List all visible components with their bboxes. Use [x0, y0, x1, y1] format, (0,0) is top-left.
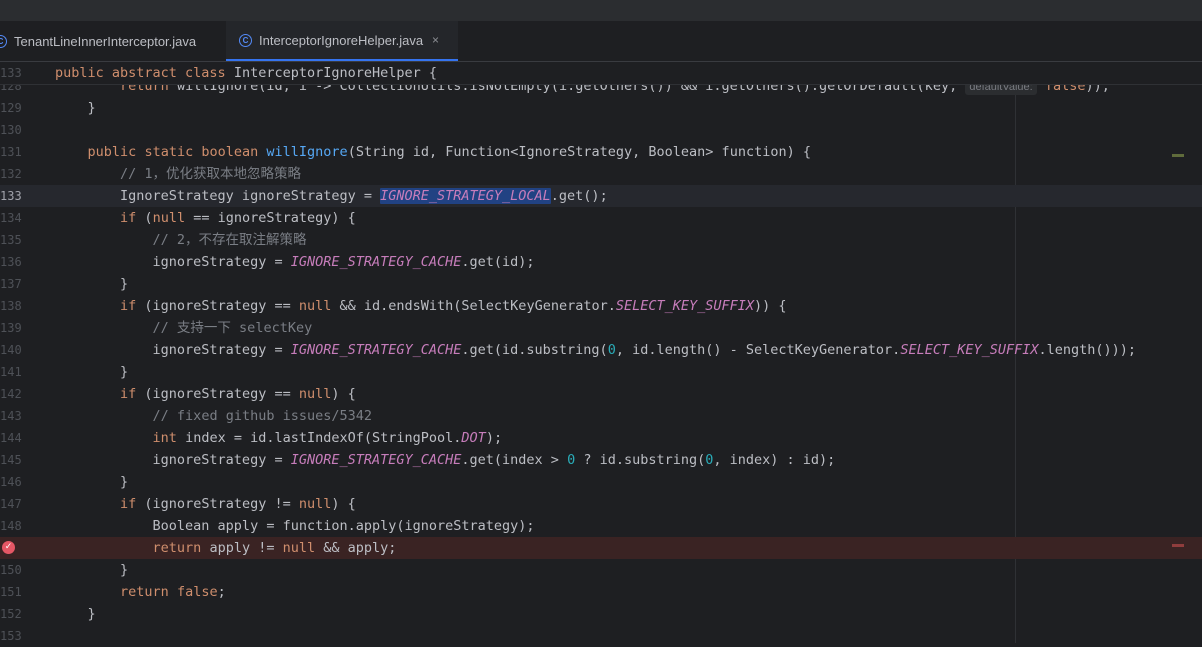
code-text: // fixed github issues/5342 [152, 408, 372, 424]
code-text: } [55, 276, 129, 292]
class-icon: C [0, 34, 7, 48]
line-number[interactable]: 139 [0, 317, 22, 339]
sticky-header-text: public abstract class InterceptorIgnoreH… [55, 65, 438, 81]
line-number[interactable]: 135 [0, 229, 22, 251]
tab-tenant-line-inner-interceptor[interactable]: C TenantLineInnerInterceptor.java [0, 21, 214, 61]
code-line[interactable]: 145 ignoreStrategy = IGNORE_STRATEGY_CAC… [0, 449, 1202, 471]
line-number[interactable]: 145 [0, 449, 22, 471]
code-text: // 支持一下 selectKey [152, 320, 313, 336]
code-text: return false; [120, 584, 226, 600]
line-number[interactable]: 133 [0, 185, 22, 207]
code-line[interactable]: 138 if (ignoreStrategy == null && id.end… [0, 295, 1202, 317]
code-editor[interactable]: 128 return willIgnore(id, i -> Collectio… [0, 62, 1202, 643]
code-line[interactable]: 144 int index = id.lastIndexOf(StringPoo… [0, 427, 1202, 449]
code-text: } [55, 364, 129, 380]
line-number[interactable]: 147 [0, 493, 22, 515]
line-number[interactable]: 137 [0, 273, 22, 295]
code-line[interactable]: 130 [0, 119, 1202, 141]
close-icon[interactable]: × [432, 33, 439, 47]
code-line[interactable]: 143 // fixed github issues/5342 [0, 405, 1202, 427]
code-line[interactable]: 141 } [0, 361, 1202, 383]
code-line[interactable]: 139 // 支持一下 selectKey [0, 317, 1202, 339]
code-line[interactable]: ✓ return apply != null && apply; [0, 537, 1202, 559]
line-number[interactable]: 144 [0, 427, 22, 449]
code-line[interactable]: 148 Boolean apply = function.apply(ignor… [0, 515, 1202, 537]
code-line[interactable]: 152 } [0, 603, 1202, 625]
line-number[interactable]: 131 [0, 141, 22, 163]
code-text: ignoreStrategy = IGNORE_STRATEGY_CACHE.g… [55, 254, 535, 270]
line-number[interactable]: 141 [0, 361, 22, 383]
code-line[interactable]: 150 } [0, 559, 1202, 581]
code-line[interactable]: 133 IgnoreStrategy ignoreStrategy = IGNO… [0, 185, 1202, 207]
line-number[interactable]: 134 [0, 207, 22, 229]
code-text: ignoreStrategy = IGNORE_STRATEGY_CACHE.g… [55, 342, 1137, 358]
title-bar [0, 0, 1202, 21]
line-number[interactable]: 136 [0, 251, 22, 273]
line-number[interactable]: 148 [0, 515, 22, 537]
code-line[interactable]: 137 } [0, 273, 1202, 295]
line-number[interactable]: 146 [0, 471, 22, 493]
class-icon: C [239, 33, 252, 47]
line-number[interactable]: 153 [0, 625, 22, 647]
breakpoint-icon[interactable]: ✓ [2, 541, 15, 554]
code-line[interactable]: 134 if (null == ignoreStrategy) { [0, 207, 1202, 229]
line-number[interactable]: 129 [0, 97, 22, 119]
code-text: ignoreStrategy = IGNORE_STRATEGY_CACHE.g… [55, 452, 836, 468]
code-line[interactable]: 140 ignoreStrategy = IGNORE_STRATEGY_CAC… [0, 339, 1202, 361]
tab-label: TenantLineInnerInterceptor.java [14, 33, 197, 49]
code-line[interactable]: 132 // 1，优化获取本地忽略策略 [0, 163, 1202, 185]
code-line[interactable]: 147 if (ignoreStrategy != null) { [0, 493, 1202, 515]
code-line[interactable]: 142 if (ignoreStrategy == null) { [0, 383, 1202, 405]
line-number[interactable]: 152 [0, 603, 22, 625]
line-number[interactable]: 150 [0, 559, 22, 581]
line-number[interactable]: 132 [0, 163, 22, 185]
code-text: } [55, 474, 129, 490]
code-line[interactable]: 136 ignoreStrategy = IGNORE_STRATEGY_CAC… [0, 251, 1202, 273]
code-line[interactable]: 153 [0, 625, 1202, 647]
line-number[interactable]: 140 [0, 339, 22, 361]
scrollbar-marker [1172, 154, 1184, 157]
scrollbar-marker [1172, 544, 1184, 547]
code-line[interactable]: 146 } [0, 471, 1202, 493]
editor-tab-bar: C TenantLineInnerInterceptor.java C Inte… [0, 21, 1202, 62]
code-text: public static boolean willIgnore(String … [87, 144, 811, 160]
code-line[interactable]: 135 // 2，不存在取注解策略 [0, 229, 1202, 251]
code-text: if (null == ignoreStrategy) { [120, 210, 356, 226]
line-number[interactable]: 151 [0, 581, 22, 603]
line-number[interactable]: 143 [0, 405, 22, 427]
tab-interceptor-ignore-helper[interactable]: C InterceptorIgnoreHelper.java × [226, 21, 458, 61]
code-text: } [55, 100, 96, 116]
code-text: if (ignoreStrategy == null && id.endsWit… [120, 298, 787, 314]
line-number[interactable]: 138 [0, 295, 22, 317]
code-line[interactable]: 151 return false; [0, 581, 1202, 603]
code-text: // 2，不存在取注解策略 [152, 232, 307, 248]
code-line[interactable]: 129 } [0, 97, 1202, 119]
line-number: 133 [0, 66, 22, 80]
code-text: return apply != null && apply; [152, 540, 397, 556]
sticky-class-header: 133 public abstract class InterceptorIgn… [0, 62, 1202, 85]
code-text: int index = id.lastIndexOf(StringPool.DO… [152, 430, 503, 446]
code-line[interactable]: 131 public static boolean willIgnore(Str… [0, 141, 1202, 163]
code-text: IgnoreStrategy ignoreStrategy = IGNORE_S… [55, 188, 608, 204]
code-text: } [55, 562, 129, 578]
code-text: if (ignoreStrategy != null) { [120, 496, 356, 512]
code-text: } [55, 606, 96, 622]
line-number[interactable]: 142 [0, 383, 22, 405]
tab-label: InterceptorIgnoreHelper.java [259, 32, 424, 48]
code-text: Boolean apply = function.apply(ignoreStr… [55, 518, 535, 534]
code-text: if (ignoreStrategy == null) { [120, 386, 356, 402]
line-number[interactable]: 130 [0, 119, 22, 141]
code-text: // 1，优化获取本地忽略策略 [120, 166, 302, 182]
